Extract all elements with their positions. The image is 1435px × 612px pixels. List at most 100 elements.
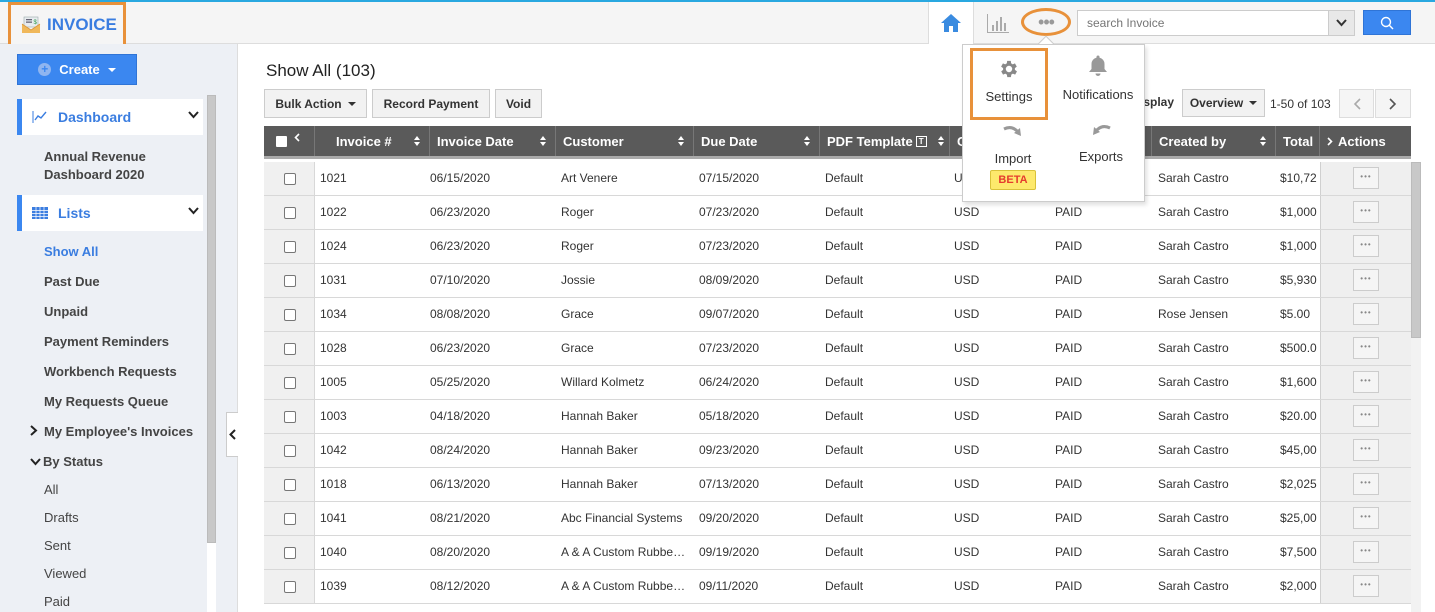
row-checkbox[interactable] — [284, 207, 296, 219]
status-item-drafts[interactable]: Drafts — [44, 510, 79, 525]
collapse-sidebar-button[interactable] — [226, 412, 238, 457]
row-actions-button[interactable]: ••• — [1353, 541, 1379, 563]
chevron-left-icon — [229, 429, 236, 440]
sidebar-item-payment-reminders[interactable]: Payment Reminders — [44, 334, 169, 349]
column-invoice-date[interactable]: Invoice Date — [430, 126, 556, 156]
sidebar-item-show-all[interactable]: Show All — [44, 244, 98, 259]
table-scrollbar-thumb[interactable] — [1411, 162, 1421, 338]
row-actions-button[interactable]: ••• — [1353, 201, 1379, 223]
table-row[interactable]: 1024 06/23/2020 Roger 07/23/2020 Default USD P… — [264, 230, 1411, 264]
select-all-checkbox[interactable] — [276, 135, 287, 147]
row-actions-button[interactable]: ••• — [1353, 473, 1379, 495]
row-checkbox[interactable] — [284, 309, 296, 321]
cell-currency: USD — [954, 273, 980, 287]
sidebar-section-lists[interactable]: Lists — [17, 195, 203, 231]
status-item-paid[interactable]: Paid — [44, 594, 70, 609]
app-brand[interactable]: $ INVOICE — [8, 2, 126, 47]
cell-invoice-date: 06/23/2020 — [430, 205, 491, 219]
row-checkbox[interactable] — [284, 479, 296, 491]
settings-menu-item[interactable]: Settings — [970, 48, 1048, 120]
row-actions-button[interactable]: ••• — [1353, 575, 1379, 597]
row-actions-button[interactable]: ••• — [1353, 337, 1379, 359]
table-row[interactable]: 1039 08/12/2020 A & A Custom Rubbe… 09/11/2… — [264, 570, 1411, 604]
status-item-viewed[interactable]: Viewed — [44, 566, 86, 581]
row-checkbox[interactable] — [284, 581, 296, 593]
row-checkbox[interactable] — [284, 513, 296, 525]
row-checkbox[interactable] — [284, 445, 296, 457]
bar-chart-icon — [987, 14, 1009, 33]
record-payment-button[interactable]: Record Payment — [372, 89, 490, 118]
row-checkbox[interactable] — [284, 377, 296, 389]
sidebar-item-unpaid[interactable]: Unpaid — [44, 304, 88, 319]
table-row[interactable]: 1021 06/15/2020 Art Venere 07/15/2020 Defaul… — [264, 162, 1411, 196]
column-customer[interactable]: Customer — [556, 126, 694, 156]
search-input[interactable] — [1077, 10, 1329, 36]
row-checkbox[interactable] — [284, 343, 296, 355]
table-row[interactable]: 1031 07/10/2020 Jossie 08/09/2020 Default USD… — [264, 264, 1411, 298]
row-actions-button[interactable]: ••• — [1353, 303, 1379, 325]
table-row[interactable]: 1005 05/25/2020 Willard Kolmetz 06/24/2020 D… — [264, 366, 1411, 400]
sidebar-item-past-due[interactable]: Past Due — [44, 274, 100, 289]
more-options-button[interactable]: ••• — [1021, 8, 1071, 36]
cell-pdf-template: Default — [825, 205, 864, 219]
void-button[interactable]: Void — [495, 89, 542, 118]
bulk-action-button[interactable]: Bulk Action — [264, 89, 367, 118]
table-row[interactable]: 1003 04/18/2020 Hannah Baker 05/18/2020 Defa… — [264, 400, 1411, 434]
cell-total: $5,930 — [1280, 273, 1317, 287]
table-row[interactable]: 1040 08/20/2020 A & A Custom Rubbe… 09/19/2… — [264, 536, 1411, 570]
cell-total: $7,500 — [1280, 545, 1317, 559]
sort-icon — [678, 136, 685, 146]
reports-button[interactable] — [984, 10, 1012, 36]
home-button[interactable] — [928, 2, 974, 44]
sidebar-item-my-employees-invoices[interactable]: My Employee's Invoices — [30, 424, 193, 439]
create-button[interactable]: + Create — [17, 54, 137, 85]
table-row[interactable]: 1022 06/23/2020 Roger 07/23/2020 Default USD P… — [264, 196, 1411, 230]
exports-menu-item[interactable]: Exports — [1061, 124, 1141, 164]
sort-icon — [540, 136, 547, 146]
row-actions-button[interactable]: ••• — [1353, 405, 1379, 427]
column-actions[interactable]: Actions — [1320, 126, 1411, 156]
sidebar-item-annual-revenue-dashboard[interactable]: Annual Revenue Dashboard 2020 — [44, 148, 146, 184]
table-row[interactable]: 1028 06/23/2020 Grace 07/23/2020 Default USD P… — [264, 332, 1411, 366]
sidebar-item-by-status[interactable]: By Status — [30, 454, 103, 469]
notifications-menu-item[interactable]: Notifications — [1058, 54, 1138, 102]
column-total[interactable]: Total — [1276, 126, 1320, 156]
row-actions-button[interactable]: ••• — [1353, 167, 1379, 189]
table-row[interactable]: 1018 06/13/2020 Hannah Baker 07/13/2020 Defa… — [264, 468, 1411, 502]
row-checkbox[interactable] — [284, 241, 296, 253]
column-due-date[interactable]: Due Date — [694, 126, 820, 156]
column-invoice-number[interactable]: Invoice # — [315, 126, 430, 156]
status-item-sent[interactable]: Sent — [44, 538, 71, 553]
sidebar-item-workbench-requests[interactable]: Workbench Requests — [44, 364, 177, 379]
row-actions-button[interactable]: ••• — [1353, 235, 1379, 257]
filter-icon[interactable]: T — [915, 135, 927, 147]
next-page-button[interactable] — [1375, 89, 1411, 118]
row-actions-button[interactable]: ••• — [1353, 371, 1379, 393]
import-menu-item[interactable]: Import BETA — [973, 125, 1053, 190]
invoice-table-body: 1021 06/15/2020 Art Venere 07/15/2020 Defaul… — [264, 162, 1411, 612]
chevron-left-icon[interactable] — [294, 132, 300, 142]
status-item-all[interactable]: All — [44, 482, 58, 497]
row-checkbox[interactable] — [284, 547, 296, 559]
table-row[interactable]: 1034 08/08/2020 Grace 09/07/2020 Default USD P… — [264, 298, 1411, 332]
table-row[interactable]: 1042 08/24/2020 Hannah Baker 09/23/2020 Defa… — [264, 434, 1411, 468]
prev-page-button[interactable] — [1339, 89, 1374, 118]
column-pdf-template[interactable]: PDF Template T — [820, 126, 950, 156]
row-checkbox[interactable] — [284, 275, 296, 287]
sidebar: + Create Dashboard Annual Revenue Dashbo… — [0, 44, 238, 612]
search-scope-dropdown[interactable] — [1329, 10, 1355, 36]
table-row[interactable]: 1041 08/21/2020 Abc Financial Systems 09/20… — [264, 502, 1411, 536]
view-select[interactable]: Overview — [1182, 89, 1265, 117]
row-actions-button[interactable]: ••• — [1353, 507, 1379, 529]
search-button[interactable] — [1363, 10, 1411, 35]
row-checkbox[interactable] — [284, 411, 296, 423]
sidebar-section-dashboard[interactable]: Dashboard — [17, 99, 203, 135]
column-created-by[interactable]: Created by — [1152, 126, 1276, 156]
sidebar-item-my-requests-queue[interactable]: My Requests Queue — [44, 394, 168, 409]
row-checkbox[interactable] — [284, 173, 296, 185]
row-select-cell — [264, 196, 315, 229]
row-actions-button[interactable]: ••• — [1353, 269, 1379, 291]
row-actions-button[interactable]: ••• — [1353, 439, 1379, 461]
sidebar-scrollbar-thumb[interactable] — [207, 95, 216, 543]
cell-invoice-date: 06/13/2020 — [430, 477, 491, 491]
